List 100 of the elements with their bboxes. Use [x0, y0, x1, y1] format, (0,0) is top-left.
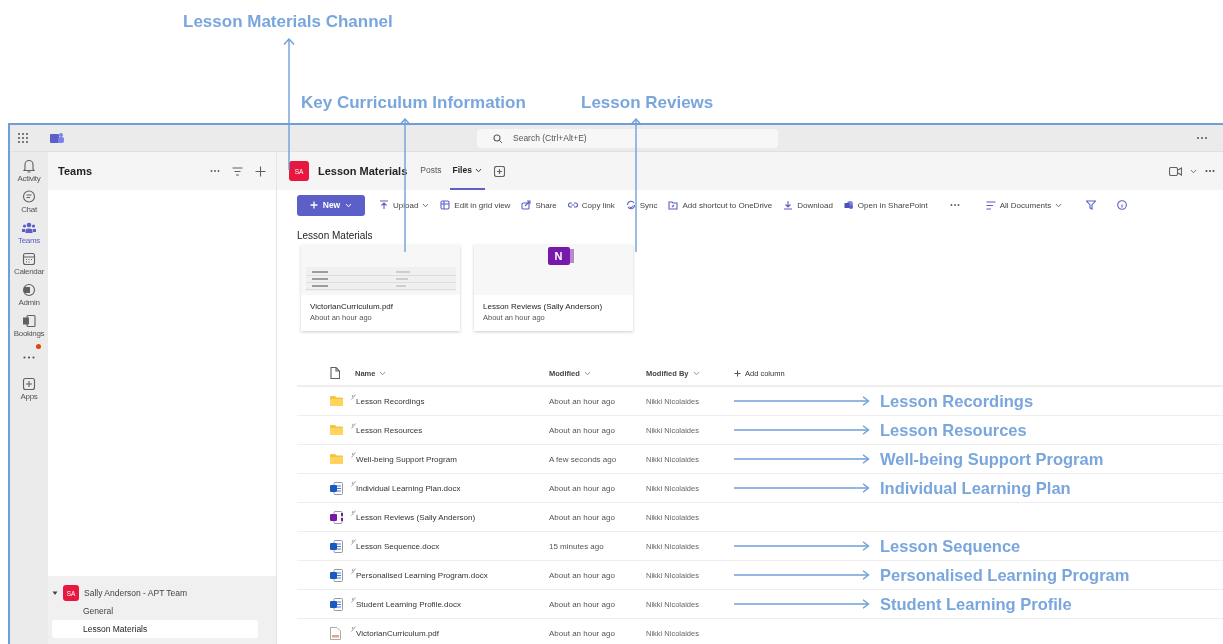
- word-file-icon: [330, 568, 343, 582]
- add-icon[interactable]: [255, 165, 266, 177]
- callout-label: Lesson Reviews: [581, 93, 714, 113]
- file-link[interactable]: Lesson Resources: [355, 425, 549, 435]
- plus-icon: [309, 201, 318, 209]
- table-cell-text: About an hour ago: [549, 483, 616, 493]
- list-icon: [985, 200, 996, 210]
- new-item-icon: [351, 567, 356, 574]
- table-cell-text: About an hour ago: [549, 599, 616, 609]
- sync-icon: [625, 200, 636, 210]
- toolbar-button[interactable]: Add shortcut to OneDrive: [665, 198, 776, 212]
- callout-label: Lesson Materials Channel: [183, 12, 393, 32]
- search-field[interactable]: Search (Ctrl+Alt+E): [477, 128, 778, 148]
- chat-icon: [21, 189, 37, 205]
- new-item-icon: [351, 422, 356, 429]
- table-cell-text: About an hour ago: [549, 628, 616, 638]
- add-tab-icon[interactable]: [493, 165, 505, 177]
- word-file-icon: [330, 539, 343, 553]
- video-icon[interactable]: [1169, 166, 1182, 176]
- folder-icon: [330, 425, 343, 435]
- search-icon: [493, 133, 503, 144]
- channel-item[interactable]: General: [52, 602, 266, 620]
- view-dropdown[interactable]: All Documents: [982, 198, 1066, 212]
- rail-button[interactable]: Calendar: [10, 251, 48, 276]
- table-cell-text: About an hour ago: [549, 570, 616, 580]
- callout-label: Lesson Sequence: [879, 536, 1022, 556]
- calendar-icon: [21, 251, 37, 267]
- add-app-icon: [21, 376, 37, 392]
- new-item-icon: [351, 596, 356, 603]
- word-file-icon: [330, 597, 343, 611]
- file-link[interactable]: VictorianCurriculum.pdf: [355, 628, 549, 638]
- app-grid-icon[interactable]: [17, 132, 29, 144]
- new-item-icon: [351, 625, 356, 632]
- share-icon: [521, 200, 532, 210]
- new-item-icon: [351, 509, 356, 516]
- table-cell-text: About an hour ago: [549, 512, 616, 522]
- people-icon: [21, 220, 37, 236]
- toolbar-button[interactable]: Copy link: [564, 198, 618, 212]
- toolbar-button[interactable]: Share: [518, 198, 560, 212]
- plus-icon: [734, 369, 741, 377]
- callout-label: Well-being Support Program: [879, 449, 1105, 469]
- document-icon: [330, 626, 341, 640]
- file-link[interactable]: Personalised Learning Program.docx: [355, 570, 549, 580]
- callout-label: Student Learning Profile: [879, 594, 1073, 614]
- rail-button[interactable]: Chat: [10, 189, 48, 214]
- file-link[interactable]: Lesson Reviews (Sally Anderson): [355, 512, 549, 522]
- info-icon[interactable]: [1117, 200, 1128, 210]
- caret-icon: [345, 202, 353, 208]
- more-icon[interactable]: [1205, 169, 1215, 173]
- callout-label: Lesson Resources: [879, 420, 1028, 440]
- toolbar-button[interactable]: Edit in grid view: [437, 198, 514, 212]
- file-icon: [330, 367, 340, 379]
- rail-button[interactable]: Admin: [10, 282, 48, 307]
- more-icon[interactable]: [1196, 136, 1208, 140]
- link-icon: [567, 200, 578, 210]
- table-cell-text: 15 minutes ago: [549, 541, 605, 551]
- toolbar-button[interactable]: Upload: [376, 198, 433, 212]
- channel-item[interactable]: Lesson Materials: [52, 620, 258, 638]
- tab[interactable]: Files: [449, 152, 485, 190]
- panel-title: Teams: [58, 165, 93, 177]
- more-icon[interactable]: [210, 169, 220, 173]
- grid-icon: [440, 200, 451, 210]
- caret-icon: [1055, 202, 1063, 208]
- file-name: VictorianCurriculum.pdf: [309, 301, 394, 313]
- filter-icon[interactable]: [1086, 200, 1097, 210]
- file-link[interactable]: Lesson Recordings: [355, 396, 549, 406]
- new-item-icon: [351, 393, 356, 400]
- toolbar-button[interactable]: Download: [780, 198, 836, 212]
- toolbar-button[interactable]: Open in SharePoint: [840, 198, 931, 212]
- caret-icon: [583, 370, 591, 376]
- table-cell-text: A few seconds ago: [549, 454, 618, 464]
- file-link[interactable]: Individual Learning Plan.docx: [355, 483, 549, 493]
- more-icon[interactable]: [949, 203, 960, 207]
- file-link[interactable]: Lesson Sequence.docx: [355, 541, 549, 551]
- toolbar-button[interactable]: Sync: [622, 198, 661, 212]
- tab[interactable]: Posts: [417, 152, 445, 190]
- callout-label: Individual Learning Plan: [879, 478, 1072, 498]
- word-file-icon: [330, 481, 343, 495]
- new-item-icon: [351, 451, 356, 458]
- app-logo-icon: [50, 132, 64, 144]
- callout-label: Lesson Recordings: [879, 391, 1035, 411]
- callout-label: Key Curriculum Information: [301, 93, 526, 113]
- rail-button[interactable]: Bookings: [10, 313, 48, 338]
- caret-icon: [692, 370, 700, 376]
- filter-icon[interactable]: [232, 166, 243, 176]
- table-cell-text: About an hour ago: [549, 425, 616, 435]
- file-link[interactable]: Student Learning Profile.docx: [355, 599, 549, 609]
- more-icon: [23, 355, 35, 359]
- folder-icon: [330, 454, 343, 464]
- rail-button[interactable]: Apps: [10, 376, 48, 401]
- rail-button[interactable]: Activity: [10, 158, 48, 183]
- folder-icon: [330, 396, 343, 406]
- new-item-icon: [351, 538, 356, 545]
- new-button[interactable]: New: [297, 194, 365, 216]
- table-cell-text: About an hour ago: [549, 396, 616, 406]
- caret-icon: [1190, 168, 1197, 174]
- file-link[interactable]: Well-being Support Program: [355, 454, 549, 464]
- notebook-file-icon: [330, 510, 343, 524]
- new-item-icon: [351, 480, 356, 487]
- folder-icon: [668, 200, 679, 210]
